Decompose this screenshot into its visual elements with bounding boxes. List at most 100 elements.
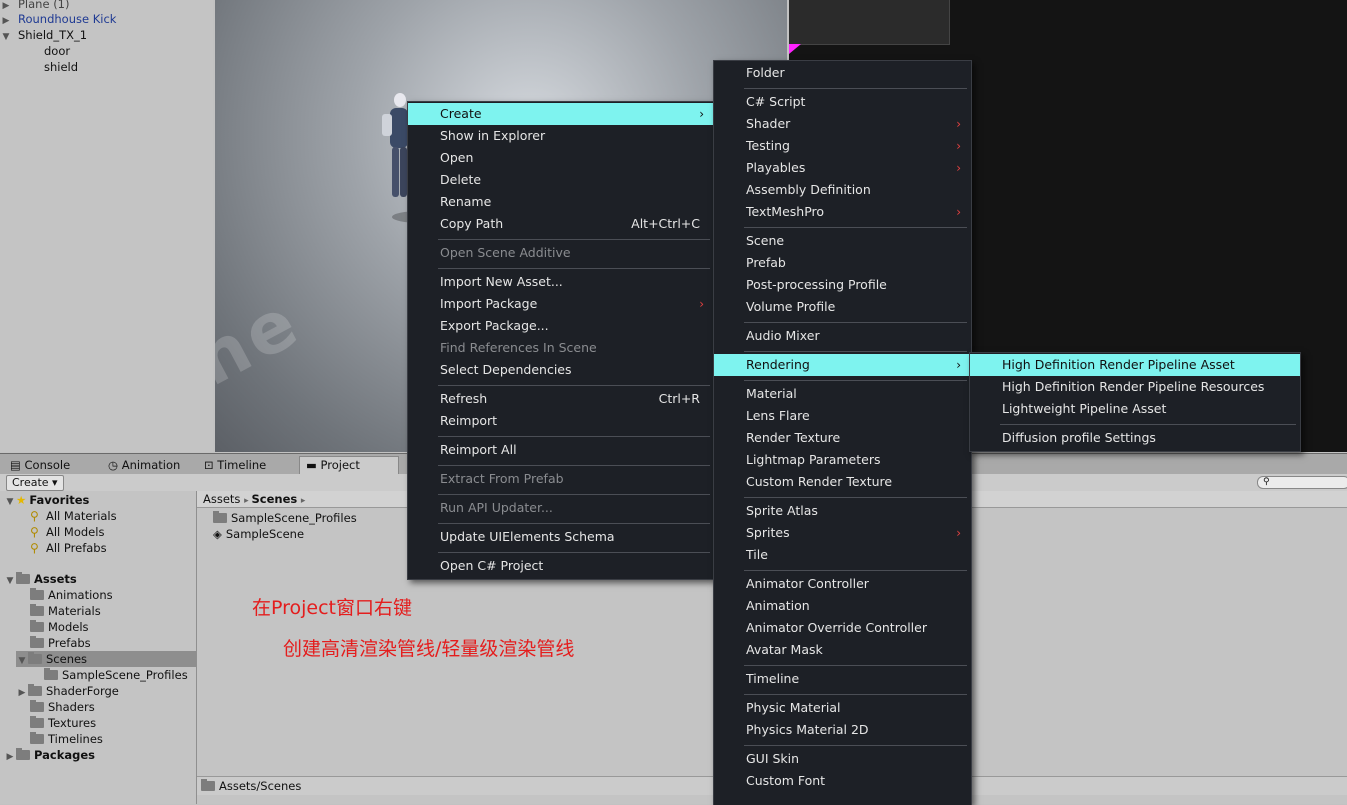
- collapse-triangle-icon[interactable]: ▼: [4, 573, 16, 589]
- favorite-item[interactable]: ⚲ All Models: [30, 524, 104, 540]
- menu-item-label: Import Package: [440, 296, 538, 311]
- menu-item-assembly-definition[interactable]: Assembly Definition: [714, 179, 971, 201]
- menu-item-lightmap-parameters[interactable]: Lightmap Parameters: [714, 449, 971, 471]
- menu-item-sprite-atlas[interactable]: Sprite Atlas: [714, 500, 971, 522]
- menu-item-lightweight-pipeline-asset[interactable]: Lightweight Pipeline Asset: [970, 398, 1300, 420]
- menu-item-lens-flare[interactable]: Lens Flare: [714, 405, 971, 427]
- menu-item-select-dependencies[interactable]: Select Dependencies: [408, 359, 714, 381]
- menu-item-custom-render-texture[interactable]: Custom Render Texture: [714, 471, 971, 493]
- menu-item-import-new-asset[interactable]: Import New Asset...: [408, 271, 714, 293]
- assets-header[interactable]: ▼ Assets: [4, 571, 77, 587]
- packages-header[interactable]: ▶ Packages: [4, 747, 95, 763]
- menu-item-render-texture[interactable]: Render Texture: [714, 427, 971, 449]
- menu-item-folder[interactable]: Folder: [714, 62, 971, 84]
- menu-item-update-uielements-schema[interactable]: Update UIElements Schema: [408, 526, 714, 548]
- menu-item-timeline[interactable]: Timeline: [714, 668, 971, 690]
- folder-icon: [30, 700, 44, 712]
- context-menu: Create › Show in Explorer Open Delete Ren…: [407, 101, 715, 580]
- menu-item-copy-path[interactable]: Copy Path Alt+Ctrl+C: [408, 213, 714, 235]
- menu-item-prefab[interactable]: Prefab: [714, 252, 971, 274]
- favorites-header[interactable]: ▼ ★ Favorites: [4, 492, 90, 510]
- menu-item-rename[interactable]: Rename: [408, 191, 714, 213]
- folder-item[interactable]: SampleScene_Profiles: [44, 667, 188, 683]
- menu-item-reimport[interactable]: Reimport: [408, 410, 714, 432]
- menu-item-label: Assembly Definition: [746, 182, 871, 197]
- folder-icon: [201, 779, 215, 791]
- timeline-icon: ⊡: [204, 458, 218, 472]
- hierarchy-item[interactable]: ▶ Roundhouse Kick: [0, 11, 117, 27]
- collapse-triangle-icon[interactable]: ▼: [0, 29, 12, 45]
- folder-item[interactable]: ▶ ShaderForge: [16, 683, 119, 699]
- collapse-triangle-icon[interactable]: ▼: [16, 653, 28, 669]
- menu-item-diffusion-profile-settings[interactable]: Diffusion profile Settings: [970, 427, 1300, 449]
- menu-item-label: Lightmap Parameters: [746, 452, 881, 467]
- menu-item-custom-font[interactable]: Custom Font: [714, 770, 971, 792]
- breadcrumb-item[interactable]: Scenes: [251, 492, 297, 506]
- menu-item-textmeshpro[interactable]: TextMeshPro ›: [714, 201, 971, 223]
- menu-item-refresh[interactable]: Refresh Ctrl+R: [408, 388, 714, 410]
- menu-item-hdrp-resources[interactable]: High Definition Render Pipeline Resource…: [970, 376, 1300, 398]
- folder-item[interactable]: Timelines: [30, 731, 103, 747]
- menu-item-animator-controller[interactable]: Animator Controller: [714, 573, 971, 595]
- hierarchy-item[interactable]: door: [44, 43, 70, 59]
- menu-item-export-package[interactable]: Export Package...: [408, 315, 714, 337]
- folder-item[interactable]: Shaders: [30, 699, 95, 715]
- folder-item[interactable]: Materials: [30, 603, 101, 619]
- expand-triangle-icon[interactable]: ▶: [16, 685, 28, 701]
- tab-console[interactable]: ▤ Console: [4, 457, 76, 474]
- menu-item-delete[interactable]: Delete: [408, 169, 714, 191]
- menu-item-rendering[interactable]: Rendering ›: [714, 354, 971, 376]
- menu-item-shader[interactable]: Shader ›: [714, 113, 971, 135]
- menu-item-scene[interactable]: Scene: [714, 230, 971, 252]
- folder-item[interactable]: Models: [30, 619, 89, 635]
- file-item[interactable]: ◈ SampleScene: [213, 526, 304, 542]
- project-tree: ▼ ★ Favorites ⚲ All Materials ⚲ All Models ⚲…: [0, 491, 197, 804]
- folder-item[interactable]: Textures: [30, 715, 96, 731]
- menu-item-avatar-mask[interactable]: Avatar Mask: [714, 639, 971, 661]
- tab-animation[interactable]: ◷ Animation: [102, 457, 186, 474]
- collapse-triangle-icon[interactable]: ▼: [4, 494, 16, 510]
- favorite-item[interactable]: ⚲ All Prefabs: [30, 540, 107, 556]
- hierarchy-item[interactable]: shield: [44, 59, 78, 75]
- submenu-arrow-icon: ›: [956, 205, 961, 219]
- folder-item-selected[interactable]: ▼ Scenes: [16, 651, 196, 667]
- file-item[interactable]: SampleScene_Profiles: [213, 510, 357, 526]
- hierarchy-item[interactable]: ▼ Shield_TX_1: [0, 27, 88, 45]
- menu-item-reimport-all[interactable]: Reimport All: [408, 439, 714, 461]
- menu-item-volume-profile[interactable]: Volume Profile: [714, 296, 971, 318]
- menu-item-csharp-script[interactable]: C# Script: [714, 91, 971, 113]
- folder-item[interactable]: Animations: [30, 587, 113, 603]
- menu-item-label: Open Scene Additive: [440, 245, 571, 260]
- search-input[interactable]: ⚲: [1257, 476, 1347, 489]
- tab-timeline[interactable]: ⊡ Timeline: [198, 457, 272, 474]
- tab-project[interactable]: ▬ Project: [299, 456, 399, 474]
- menu-item-post-processing-profile[interactable]: Post-processing Profile: [714, 274, 971, 296]
- menu-item-physic-material[interactable]: Physic Material: [714, 697, 971, 719]
- menu-item-label: Animation: [746, 598, 810, 613]
- menu-item-create[interactable]: Create ›: [408, 103, 714, 125]
- menu-item-open[interactable]: Open: [408, 147, 714, 169]
- menu-item-sprites[interactable]: Sprites ›: [714, 522, 971, 544]
- menu-item-label: Render Texture: [746, 430, 841, 445]
- menu-item-testing[interactable]: Testing ›: [714, 135, 971, 157]
- menu-item-animation[interactable]: Animation: [714, 595, 971, 617]
- favorite-item[interactable]: ⚲ All Materials: [30, 508, 117, 524]
- menu-item-tile[interactable]: Tile: [714, 544, 971, 566]
- menu-item-gui-skin[interactable]: GUI Skin: [714, 748, 971, 770]
- menu-item-open-csharp-project[interactable]: Open C# Project: [408, 555, 714, 577]
- create-dropdown-button[interactable]: Create ▾: [6, 475, 64, 491]
- menu-item-animator-override-controller[interactable]: Animator Override Controller: [714, 617, 971, 639]
- menu-item-show-in-explorer[interactable]: Show in Explorer: [408, 125, 714, 147]
- folder-item[interactable]: Prefabs: [30, 635, 91, 651]
- menu-item-hdrp-asset[interactable]: High Definition Render Pipeline Asset: [970, 354, 1300, 376]
- menu-item-label: Avatar Mask: [746, 642, 823, 657]
- menu-item-playables[interactable]: Playables ›: [714, 157, 971, 179]
- menu-item-physics-material-2d[interactable]: Physics Material 2D: [714, 719, 971, 741]
- menu-item-material[interactable]: Material: [714, 383, 971, 405]
- menu-item-label: High Definition Render Pipeline Asset: [1002, 357, 1235, 372]
- search-icon: ⚲: [30, 509, 39, 523]
- menu-item-import-package[interactable]: Import Package ›: [408, 293, 714, 315]
- expand-triangle-icon[interactable]: ▶: [4, 749, 16, 765]
- breadcrumb-item[interactable]: Assets: [203, 492, 240, 506]
- menu-item-audio-mixer[interactable]: Audio Mixer: [714, 325, 971, 347]
